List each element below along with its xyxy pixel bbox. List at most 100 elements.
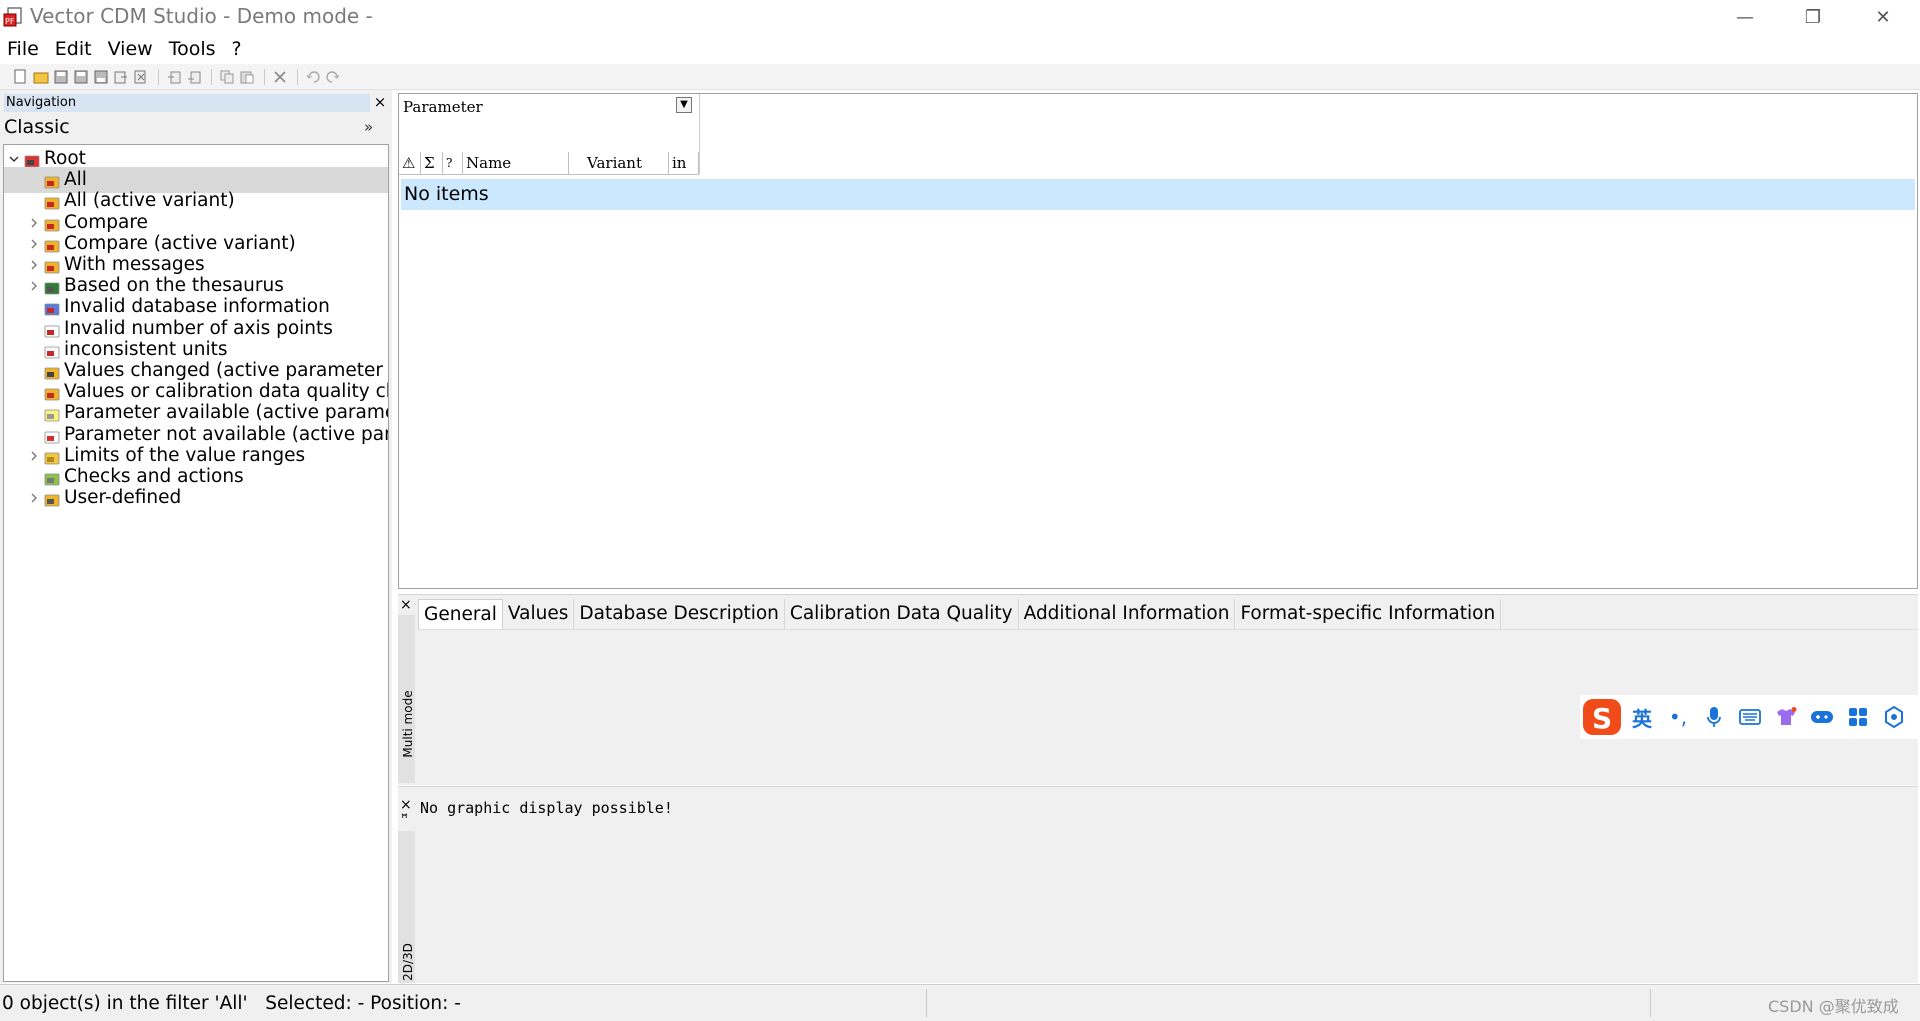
merge-icon[interactable] xyxy=(185,69,202,85)
tab-divider xyxy=(418,629,1918,630)
graphic-panel: × ꟸ 2D/3D No graphic display possible! xyxy=(398,786,1918,983)
menu-tools[interactable]: Tools xyxy=(161,34,224,64)
folder-icon xyxy=(44,448,60,465)
parameter-list[interactable]: Parameter ▼ ⚠ Σ ? Name Variant in No ite… xyxy=(398,93,1918,589)
menu-view[interactable]: View xyxy=(100,34,161,64)
close-window-button[interactable]: ✕ xyxy=(1848,0,1918,34)
import-icon[interactable] xyxy=(165,69,182,85)
filter-dropdown-button[interactable]: ▼ xyxy=(676,97,692,113)
tab-database-description[interactable]: Database Description xyxy=(574,599,785,629)
status-separator xyxy=(926,989,927,1017)
axis-warning-icon xyxy=(44,321,60,337)
message-folder-icon xyxy=(44,257,60,274)
units-icon xyxy=(44,342,60,359)
thesaurus-icon xyxy=(44,278,60,295)
graphic-message: No graphic display possible! xyxy=(420,799,673,817)
tab-calibration-data-quality[interactable]: Calibration Data Quality xyxy=(784,599,1019,629)
column-in[interactable]: in xyxy=(669,152,699,174)
column-name[interactable]: Name xyxy=(463,152,569,174)
multi-mode-strip[interactable]: Multi mode xyxy=(398,615,415,783)
save-all-icon[interactable] xyxy=(72,69,89,85)
undo-icon[interactable] xyxy=(304,69,321,85)
column-sum[interactable]: Σ xyxy=(421,152,443,174)
svg-text:S: S xyxy=(1592,702,1612,735)
navigation-expand-button[interactable]: » xyxy=(364,118,373,136)
column-info[interactable]: ? xyxy=(443,152,463,174)
export-icon[interactable] xyxy=(112,69,129,85)
tree-item-label: User-defined xyxy=(64,487,182,509)
paste-icon[interactable] xyxy=(238,69,255,85)
tab-values[interactable]: Values xyxy=(502,599,575,629)
status-text: 0 object(s) in the filter 'All' Selected… xyxy=(2,993,461,1014)
ime-language-toggle[interactable]: 英 xyxy=(1624,699,1660,735)
toolbar xyxy=(0,64,1920,90)
redo-icon[interactable] xyxy=(324,69,341,85)
user-defined-icon xyxy=(44,490,60,507)
values-changed-icon xyxy=(44,363,60,380)
menu-file[interactable]: File xyxy=(0,34,47,64)
ime-logo[interactable]: S xyxy=(1580,699,1624,735)
tree-item[interactable]: User-defined xyxy=(4,485,388,511)
filter-folder-icon xyxy=(44,193,60,210)
compare-folder-icon xyxy=(44,215,60,231)
toolbar-separator xyxy=(264,68,265,85)
navigation-close-button[interactable]: × xyxy=(372,93,388,111)
ime-toolbar: S 英 •, xyxy=(1580,695,1918,739)
open-folder-icon[interactable] xyxy=(32,69,49,85)
game-icon[interactable] xyxy=(1804,699,1840,735)
filter-label: Parameter xyxy=(403,98,483,116)
multi-mode-label: Multi mode xyxy=(401,690,415,758)
close-file-icon[interactable] xyxy=(132,69,149,85)
graphic-strip-label: 2D/3D xyxy=(401,943,415,981)
toolbar-separator xyxy=(158,68,159,85)
parameter-missing-icon xyxy=(44,427,60,443)
restore-button[interactable]: ❐ xyxy=(1778,0,1848,34)
save-as-icon[interactable] xyxy=(92,69,109,85)
copy-icon[interactable] xyxy=(218,69,235,85)
delete-icon[interactable] xyxy=(271,69,288,85)
quality-icon xyxy=(44,384,60,401)
graphic-2d3d-strip[interactable]: 2D/3D xyxy=(398,831,415,983)
column-warning[interactable]: ⚠ xyxy=(399,152,421,174)
save-icon[interactable] xyxy=(52,69,69,85)
column-header-row: ⚠ Σ ? Name Variant in xyxy=(399,152,699,175)
settings-icon[interactable] xyxy=(1876,699,1912,735)
tab-additional-information[interactable]: Additional Information xyxy=(1018,599,1236,629)
watermark-text: CSDN @聚优致成 xyxy=(1768,997,1899,1016)
menu-edit[interactable]: Edit xyxy=(47,34,100,64)
skin-icon[interactable] xyxy=(1768,699,1804,735)
tab-format-specific-information[interactable]: Format-specific Information xyxy=(1235,599,1502,629)
menu-help[interactable]: ? xyxy=(224,34,250,64)
new-file-icon[interactable] xyxy=(12,69,29,85)
details-tabs: General Values Database Description Cali… xyxy=(418,599,1502,629)
svg-text:PF: PF xyxy=(5,17,15,26)
status-separator xyxy=(1650,989,1651,1017)
apps-icon[interactable] xyxy=(1840,699,1876,735)
navigation-header: Navigation xyxy=(4,94,370,112)
navigation-panel: Navigation × Classic » Root All All (activ… xyxy=(0,90,392,983)
minimize-button[interactable]: — xyxy=(1710,0,1780,34)
column-variant[interactable]: Variant xyxy=(569,152,669,174)
parameter-available-icon xyxy=(44,405,60,422)
compare-folder-icon xyxy=(44,236,60,253)
app-icon: PF xyxy=(3,7,22,27)
filter-folder-icon xyxy=(44,172,60,189)
window-title: Vector CDM Studio - Demo mode - xyxy=(30,4,373,28)
details-panel: × Multi mode General Values Database Des… xyxy=(398,594,1918,785)
status-bar: 0 object(s) in the filter 'All' Selected… xyxy=(0,984,1920,1021)
details-close-button[interactable]: × xyxy=(400,597,412,613)
tab-general[interactable]: General xyxy=(418,599,503,629)
keyboard-icon[interactable] xyxy=(1732,699,1768,735)
title-bar: PF Vector CDM Studio - Demo mode - — ❐ ✕ xyxy=(0,0,1920,34)
expand-arrow-icon[interactable] xyxy=(28,485,40,511)
ime-punctuation-toggle[interactable]: •, xyxy=(1660,699,1696,735)
checks-icon xyxy=(44,469,60,486)
microphone-icon[interactable] xyxy=(1696,699,1732,735)
menu-bar: File Edit View Tools ? xyxy=(0,34,1920,64)
column-header-area: Parameter ▼ ⚠ Σ ? Name Variant in xyxy=(399,94,700,175)
navigation-view-label: Classic xyxy=(4,116,70,138)
database-warning-icon xyxy=(44,299,60,316)
navigation-tree[interactable]: Root All All (active variant) Compare Compar… xyxy=(3,144,389,982)
empty-list-message: No items xyxy=(401,179,1915,210)
pin-icon[interactable]: ꟸ xyxy=(401,811,408,825)
